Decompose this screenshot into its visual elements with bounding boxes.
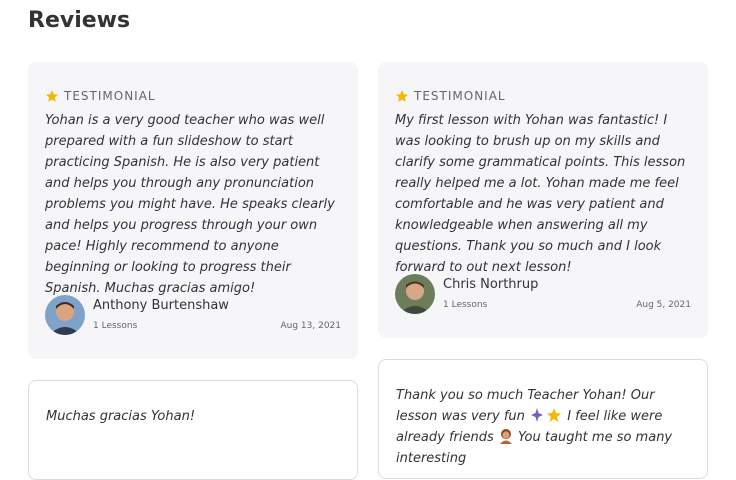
review-date: Aug 13, 2021 [280,321,341,331]
review-card: TESTIMONIAL Yohan is a very good teacher… [28,62,358,359]
review-text: Muchas gracias Yohan! [46,409,196,424]
testimonial-label-row: TESTIMONIAL [395,88,691,104]
review-card: Muchas gracias Yohan! [28,380,358,480]
star-icon [45,90,59,102]
review-text: Yohan is a very good teacher who was wel… [45,113,335,296]
review-card: Thank you so much Teacher Yohan! Our les… [378,359,708,479]
page-title: Reviews [28,8,131,33]
person-emoji [499,429,512,444]
testimonial-label-row: TESTIMONIAL [45,88,341,104]
star-icon [395,90,409,102]
author-name: Anthony Burtenshaw [93,298,229,313]
avatar [45,295,85,335]
review-text: My first lesson with Yohan was fantastic… [395,113,686,275]
lesson-count: 1 Lessons [443,300,488,310]
review-card: TESTIMONIAL My first lesson with Yohan w… [378,62,708,338]
review-author: Anthony Burtenshaw 1 Lessons Aug 13, 202… [45,295,341,335]
testimonial-label: TESTIMONIAL [64,89,156,103]
testimonial-label: TESTIMONIAL [414,89,506,103]
author-name: Chris Northrup [443,277,539,292]
review-text: Thank you so much Teacher Yohan! Our les… [396,385,690,469]
avatar [395,274,435,314]
review-date: Aug 5, 2021 [636,300,691,310]
sparkles-emoji [531,408,562,422]
lesson-count: 1 Lessons [93,321,138,331]
review-author: Chris Northrup 1 Lessons Aug 5, 2021 [395,274,691,314]
